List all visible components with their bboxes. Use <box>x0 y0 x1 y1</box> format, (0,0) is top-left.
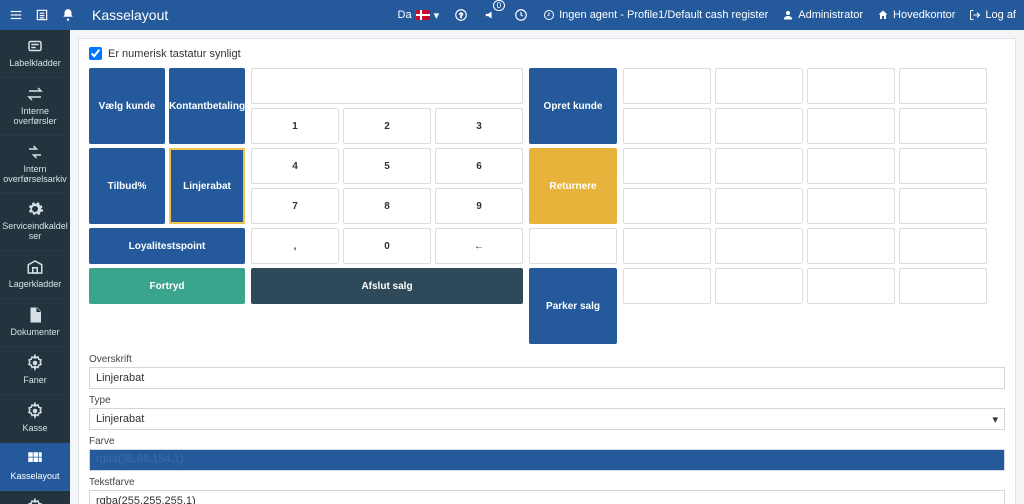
archive-transfer-icon <box>26 142 44 162</box>
blank-tile[interactable] <box>807 268 895 304</box>
key-4[interactable]: 4 <box>251 148 339 184</box>
blank-tile[interactable] <box>623 228 711 264</box>
grid-icon <box>26 449 44 469</box>
blank-tile[interactable] <box>807 228 895 264</box>
tile-afslut-salg[interactable]: Afslut salg <box>251 268 523 304</box>
notif-badge: 0 <box>493 0 505 11</box>
blank-tile[interactable] <box>623 108 711 144</box>
tekstfarve-label: Tekstfarve <box>89 477 1005 488</box>
tile-linjerabat[interactable]: Linjerabat <box>169 148 245 224</box>
tile-loyalitet[interactable]: Loyalitestspoint <box>89 228 245 264</box>
clock-icon[interactable] <box>513 7 529 23</box>
announcement-icon[interactable]: 0 <box>483 7 499 23</box>
farve-label: Farve <box>89 436 1005 447</box>
key-back[interactable]: ← <box>435 228 523 264</box>
keypad-blank-top[interactable] <box>251 68 523 104</box>
tile-returnere[interactable]: Returnere <box>529 148 617 224</box>
chevron-down-icon: ▾ <box>992 413 998 426</box>
blank-tile[interactable] <box>715 108 803 144</box>
key-comma[interactable]: , <box>251 228 339 264</box>
sidebar-item-kasselayout[interactable]: Kasselayout <box>0 443 70 491</box>
gear-icon <box>26 353 44 373</box>
bell-icon[interactable] <box>60 7 76 23</box>
gear-icon <box>26 497 44 504</box>
document-icon <box>26 305 44 325</box>
sidebar-item-dokumenter[interactable]: Dokumenter <box>0 299 70 347</box>
tile-kontantbetaling[interactable]: Kontantbetaling <box>169 68 245 144</box>
sidebar: Labelkladder Interne overførsler Intern … <box>0 30 70 504</box>
sidebar-item-interne-overforsler[interactable]: Interne overførsler <box>0 78 70 136</box>
gear-icon <box>26 401 44 421</box>
blank-tile[interactable] <box>715 68 803 104</box>
type-select[interactable]: Linjerabat ▾ <box>89 408 1005 430</box>
key-8[interactable]: 8 <box>343 188 431 224</box>
tekstfarve-input[interactable] <box>89 490 1005 504</box>
list-icon[interactable] <box>34 7 50 23</box>
key-1[interactable]: 1 <box>251 108 339 144</box>
logout-link[interactable]: Log af <box>969 9 1016 21</box>
svg-text:?: ? <box>459 12 463 19</box>
blank-tile[interactable] <box>899 188 987 224</box>
warehouse-icon <box>26 257 44 277</box>
blank-tile[interactable] <box>715 148 803 184</box>
blank-tile[interactable] <box>807 188 895 224</box>
blank-tile[interactable] <box>623 188 711 224</box>
blank-tile[interactable] <box>715 228 803 264</box>
main-content: Er numerisk tastatur synligt Vælg kunde … <box>70 30 1024 504</box>
blank-tile[interactable] <box>807 148 895 184</box>
tile-tilbud[interactable]: Tilbud% <box>89 148 165 224</box>
gear-icon <box>26 199 44 219</box>
blank-tile[interactable] <box>715 188 803 224</box>
transfer-icon <box>26 84 44 104</box>
type-label: Type <box>89 395 1005 406</box>
blank-tile[interactable] <box>807 108 895 144</box>
tile-opret-kunde[interactable]: Opret kunde <box>529 68 617 144</box>
sidebar-item-kasse[interactable]: Kasse <box>0 395 70 443</box>
flag-denmark-icon <box>416 10 430 20</box>
numeric-keyboard-label: Er numerisk tastatur synligt <box>108 48 241 60</box>
tile-parker-salg[interactable]: Parker salg <box>529 268 617 344</box>
key-7[interactable]: 7 <box>251 188 339 224</box>
sidebar-item-agenter[interactable]: Agenter <box>0 491 70 504</box>
home-link[interactable]: Hovedkontor <box>877 9 955 21</box>
blank-tile[interactable] <box>899 108 987 144</box>
blank-tile[interactable] <box>623 68 711 104</box>
sidebar-item-faner[interactable]: Faner <box>0 347 70 395</box>
topbar: Kasselayout Da ▾ ? 0 Ingen agent - Profi… <box>0 0 1024 30</box>
blank-tile[interactable] <box>807 68 895 104</box>
overskrift-input[interactable] <box>89 367 1005 389</box>
key-9[interactable]: 9 <box>435 188 523 224</box>
sidebar-item-lagerkladder[interactable]: Lagerkladder <box>0 251 70 299</box>
help-icon[interactable]: ? <box>453 7 469 23</box>
blank-tile[interactable] <box>899 228 987 264</box>
blank-tile[interactable] <box>715 268 803 304</box>
agent-link[interactable]: Ingen agent - Profile1/Default cash regi… <box>543 9 768 21</box>
caret-down-icon: ▾ <box>434 9 440 22</box>
sidebar-item-labelkladder[interactable]: Labelkladder <box>0 30 70 78</box>
admin-link[interactable]: Administrator <box>782 9 863 21</box>
key-2[interactable]: 2 <box>343 108 431 144</box>
menu-icon[interactable] <box>8 7 24 23</box>
tile-blank-a1[interactable] <box>529 228 617 264</box>
sidebar-item-overforselsarkiv[interactable]: Intern overførselsarkiv <box>0 136 70 194</box>
key-6[interactable]: 6 <box>435 148 523 184</box>
page-title: Kasselayout <box>92 7 168 23</box>
blank-tile[interactable] <box>623 148 711 184</box>
overskrift-label: Overskrift <box>89 354 1005 365</box>
farve-field[interactable]: rgba(35,88,154,1) <box>89 449 1005 471</box>
blank-tile[interactable] <box>623 268 711 304</box>
tag-icon <box>26 36 44 56</box>
blank-tile[interactable] <box>899 268 987 304</box>
blank-tile[interactable] <box>899 68 987 104</box>
key-3[interactable]: 3 <box>435 108 523 144</box>
key-0[interactable]: 0 <box>343 228 431 264</box>
tile-vaelg-kunde[interactable]: Vælg kunde <box>89 68 165 144</box>
language-switch[interactable]: Da ▾ <box>398 9 440 22</box>
tile-fortryd[interactable]: Fortryd <box>89 268 245 304</box>
numeric-keyboard-checkbox[interactable] <box>89 47 102 60</box>
sidebar-item-serviceindkaldelser[interactable]: Serviceindkaldelser <box>0 193 70 251</box>
key-5[interactable]: 5 <box>343 148 431 184</box>
blank-tile[interactable] <box>899 148 987 184</box>
